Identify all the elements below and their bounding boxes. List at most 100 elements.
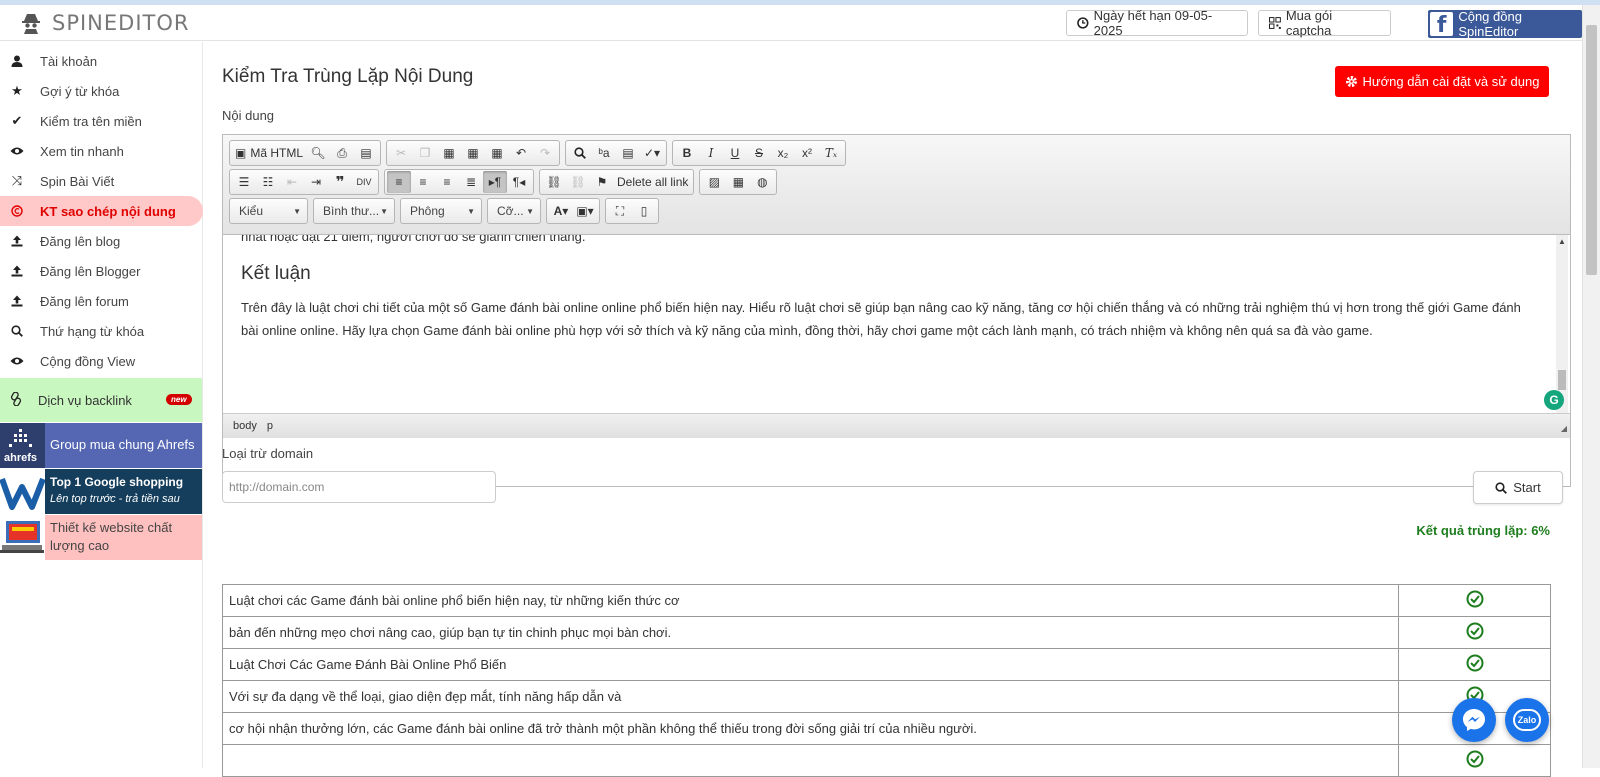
replace-icon: ᵇa [598, 146, 610, 160]
sidebar-item-label: Kiểm tra tên miền [40, 113, 142, 129]
sidebar-item-domain-check[interactable]: ✔ Kiểm tra tên miền [0, 106, 202, 136]
grammarly-icon[interactable]: G [1544, 390, 1564, 410]
preview-button[interactable]: 🔍︎ [306, 142, 330, 164]
source-icon: ▣ [235, 146, 247, 160]
subscript-button[interactable]: x₂ [771, 142, 795, 164]
expiry-button[interactable]: Ngày hết hạn 09-05-2025 [1066, 8, 1248, 38]
editor-scrollbar[interactable]: ▲ [1556, 235, 1568, 413]
source-button[interactable]: ▣ Mã HTML [232, 142, 306, 164]
sidebar-item-keyword-suggest[interactable]: ★ Gợi ý từ khóa [0, 76, 202, 106]
align-left-button[interactable]: ≡ [387, 171, 411, 193]
templates-button[interactable]: ▤ [354, 142, 378, 164]
delete-all-link-button[interactable]: Delete all link [614, 171, 691, 193]
paste-button[interactable]: ▦ [437, 142, 461, 164]
show-blocks-button[interactable]: ▯ [632, 200, 656, 222]
style-dropdown[interactable]: Kiểu ▼ [229, 198, 308, 224]
size-dropdown[interactable]: Cỡ... ▼ [487, 198, 541, 224]
paste-word-button[interactable]: ▦ [485, 142, 509, 164]
sidebar-item-keyword-rank[interactable]: Thứ hạng từ khóa [0, 316, 202, 346]
link-button[interactable]: ⛓ [542, 171, 566, 193]
resize-handle-icon[interactable]: ◢ [1561, 424, 1567, 433]
app-logo[interactable]: SPINEDITOR [20, 11, 189, 35]
copy-icon: ❐ [419, 146, 431, 160]
captcha-button[interactable]: Mua gói captcha [1258, 8, 1391, 38]
unlink-button[interactable]: ⛓ [566, 171, 590, 193]
text-color-button[interactable]: A▾ [549, 200, 573, 222]
anchor-button[interactable]: ⚑ [590, 171, 614, 193]
outdent-button[interactable]: ⇤ [280, 171, 304, 193]
upload-icon [10, 294, 24, 308]
spellcheck-button[interactable]: ✓▾ [640, 142, 664, 164]
sidebar-item-post-forum[interactable]: Đăng lên forum [0, 286, 202, 316]
sidebar-item-post-blogger[interactable]: Đăng lên Blogger [0, 256, 202, 286]
find-button[interactable] [568, 142, 592, 164]
path-p[interactable]: p [267, 420, 273, 432]
domain-input[interactable] [222, 471, 496, 503]
maximize-button[interactable]: ⛶ [608, 200, 632, 222]
sidebar-item-spin-article[interactable]: ⤨ Spin Bài Viết [0, 166, 202, 196]
select-all-button[interactable]: ▤ [616, 142, 640, 164]
scroll-up-arrow[interactable]: ▲ [1556, 237, 1568, 246]
promo-google-shopping[interactable]: Top 1 Google shopping Lên top trước - tr… [0, 469, 202, 514]
facebook-community-button[interactable]: f Cộng đồng SpinEditor [1428, 10, 1582, 38]
bg-color-button[interactable]: ▣▾ [573, 200, 597, 222]
check-circle-icon [1466, 750, 1483, 768]
bulleted-list-button[interactable]: ☷ [256, 171, 280, 193]
indent-button[interactable]: ⇥ [304, 171, 328, 193]
content-label: Nội dung [222, 108, 275, 123]
image-button[interactable]: ▨ [702, 171, 726, 193]
redo-button[interactable]: ↷ [533, 142, 557, 164]
italic-button[interactable]: I [699, 142, 723, 164]
toolbar-group-colors: A▾ ▣▾ [546, 198, 600, 224]
undo-button[interactable]: ↶ [509, 142, 533, 164]
paste-text-button[interactable]: ▦ [461, 142, 485, 164]
sidebar-item-post-blog[interactable]: Đăng lên blog [0, 226, 202, 256]
copy-button[interactable]: ❐ [413, 142, 437, 164]
promo-website-design[interactable]: Thiết kế website chất lượng cao [0, 515, 202, 560]
editor-scroll-thumb[interactable] [1558, 370, 1566, 390]
sentence-cell: cơ hội nhận thưởng lớn, các Game đánh bà… [222, 712, 1399, 745]
numbered-list-button[interactable]: ☰ [232, 171, 256, 193]
sidebar-item-quick-news[interactable]: Xem tin nhanh [0, 136, 202, 166]
maximize-icon: ⛶ [615, 203, 625, 218]
path-body[interactable]: body [233, 420, 257, 432]
replace-button[interactable]: ᵇa [592, 142, 616, 164]
remove-format-button[interactable]: Tₓ [819, 142, 843, 164]
page-scrollbar[interactable] [1582, 5, 1600, 768]
status-cell [1398, 616, 1551, 649]
iframe-button[interactable]: ◍ [750, 171, 774, 193]
cut-button[interactable]: ✂ [389, 142, 413, 164]
superscript-button[interactable]: x² [795, 142, 819, 164]
rtl-button[interactable]: ¶◂ [507, 171, 531, 193]
blockquote-button[interactable]: ❞ [328, 171, 352, 193]
page-scroll-thumb[interactable] [1586, 25, 1597, 275]
underline-button[interactable]: U [723, 142, 747, 164]
align-center-button[interactable]: ≡ [411, 171, 435, 193]
qrcode-icon [1269, 17, 1281, 29]
editor-content[interactable]: nhất hoặc đạt 21 điểm, người chơi đó sẽ … [223, 235, 1570, 413]
bold-button[interactable]: B [675, 142, 699, 164]
format-dropdown[interactable]: Bình thư... ▼ [313, 198, 395, 224]
div-button[interactable]: DIV [352, 171, 376, 193]
start-button[interactable]: Start [1473, 471, 1563, 504]
sidebar-item-copy-check[interactable]: KT sao chép nội dung [0, 196, 203, 226]
sidebar-item-account[interactable]: Tài khoản [0, 46, 202, 76]
ahrefs-logo: ahrefs [0, 423, 45, 468]
font-dropdown[interactable]: Phông ▼ [400, 198, 482, 224]
align-right-button[interactable]: ≡ [435, 171, 459, 193]
sidebar-item-community-view[interactable]: Cộng đồng View [0, 346, 202, 376]
check-circle-icon [1466, 590, 1483, 608]
guide-button[interactable]: Hướng dẫn cài đặt và sử dụng [1335, 66, 1549, 97]
sentence-cell [222, 744, 1399, 777]
ltr-button[interactable]: ▸¶ [483, 171, 507, 193]
promo-google-title: Top 1 Google shopping [50, 475, 184, 489]
table-button[interactable]: ▦ [726, 171, 750, 193]
justify-button[interactable]: ≣ [459, 171, 483, 193]
messenger-button[interactable] [1452, 698, 1496, 742]
promo-ahrefs[interactable]: ahrefs Group mua chung Ahrefs [0, 423, 202, 468]
editor-toolbar: ▣ Mã HTML 🔍︎ ⎙ ▤ ✂ ❐ ▦ ▦ ▦ ↶ ↷ ᵇa ▤ ✓▾ B… [223, 135, 1570, 235]
strike-button[interactable]: S [747, 142, 771, 164]
sidebar-item-backlink[interactable]: Dịch vụ backlink new [0, 378, 202, 422]
print-button[interactable]: ⎙ [330, 142, 354, 164]
zalo-button[interactable]: Zalo [1505, 698, 1549, 742]
